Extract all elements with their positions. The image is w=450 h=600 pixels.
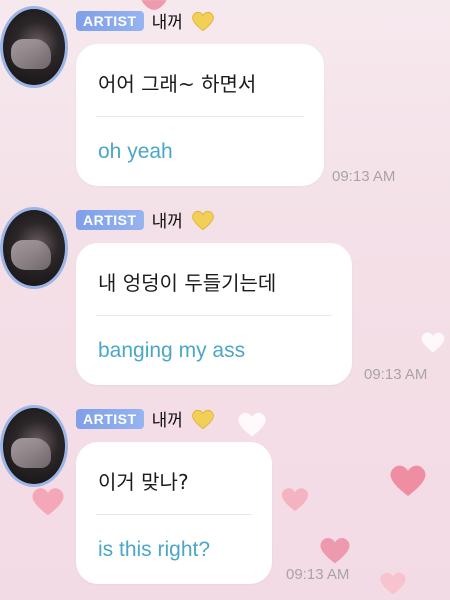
background-heart-icon	[30, 485, 66, 517]
background-heart-icon	[388, 462, 428, 498]
sender-nickname: 내꺼	[151, 13, 183, 33]
sender-row: ARTIST 내꺼	[76, 207, 215, 232]
divider	[96, 514, 252, 515]
background-heart-icon	[318, 535, 352, 565]
sender-row: ARTIST 내꺼	[76, 8, 215, 33]
original-text: 어어 그래~ 하면서	[98, 72, 257, 96]
avatar[interactable]	[0, 207, 68, 289]
translation-text: oh yeah	[98, 140, 173, 163]
divider	[96, 315, 332, 316]
artist-badge: ARTIST	[76, 209, 144, 230]
translation-text: banging my ass	[98, 339, 246, 362]
sender-nickname: 내꺼	[151, 411, 183, 431]
message-bubble[interactable]: 내 엉덩이 두들기는데 banging my ass	[76, 243, 352, 385]
original-text: 내 엉덩이 두들기는데	[98, 271, 277, 295]
sender-nickname: 내꺼	[151, 212, 183, 232]
gold-heart-icon	[191, 209, 215, 231]
artist-badge: ARTIST	[76, 10, 144, 31]
artist-badge: ARTIST	[76, 408, 144, 429]
timestamp: 09:13 AM	[332, 168, 396, 185]
message-bubble[interactable]: 어어 그래~ 하면서 oh yeah	[76, 44, 324, 186]
background-heart-icon	[236, 410, 268, 438]
gold-heart-icon	[191, 408, 215, 430]
timestamp: 09:13 AM	[286, 566, 350, 583]
sender-row: ARTIST 내꺼	[76, 406, 215, 431]
background-heart-icon	[378, 570, 408, 596]
original-text: 이거 맞나?	[98, 470, 189, 494]
avatar[interactable]	[0, 6, 68, 88]
translation-text: is this right?	[98, 538, 211, 561]
avatar[interactable]	[0, 405, 68, 487]
timestamp: 09:13 AM	[364, 366, 428, 383]
gold-heart-icon	[191, 10, 215, 32]
message-bubble[interactable]: 이거 맞나? is this right?	[76, 442, 272, 584]
background-heart-icon	[420, 330, 446, 354]
background-heart-icon	[280, 485, 310, 513]
divider	[96, 116, 304, 117]
